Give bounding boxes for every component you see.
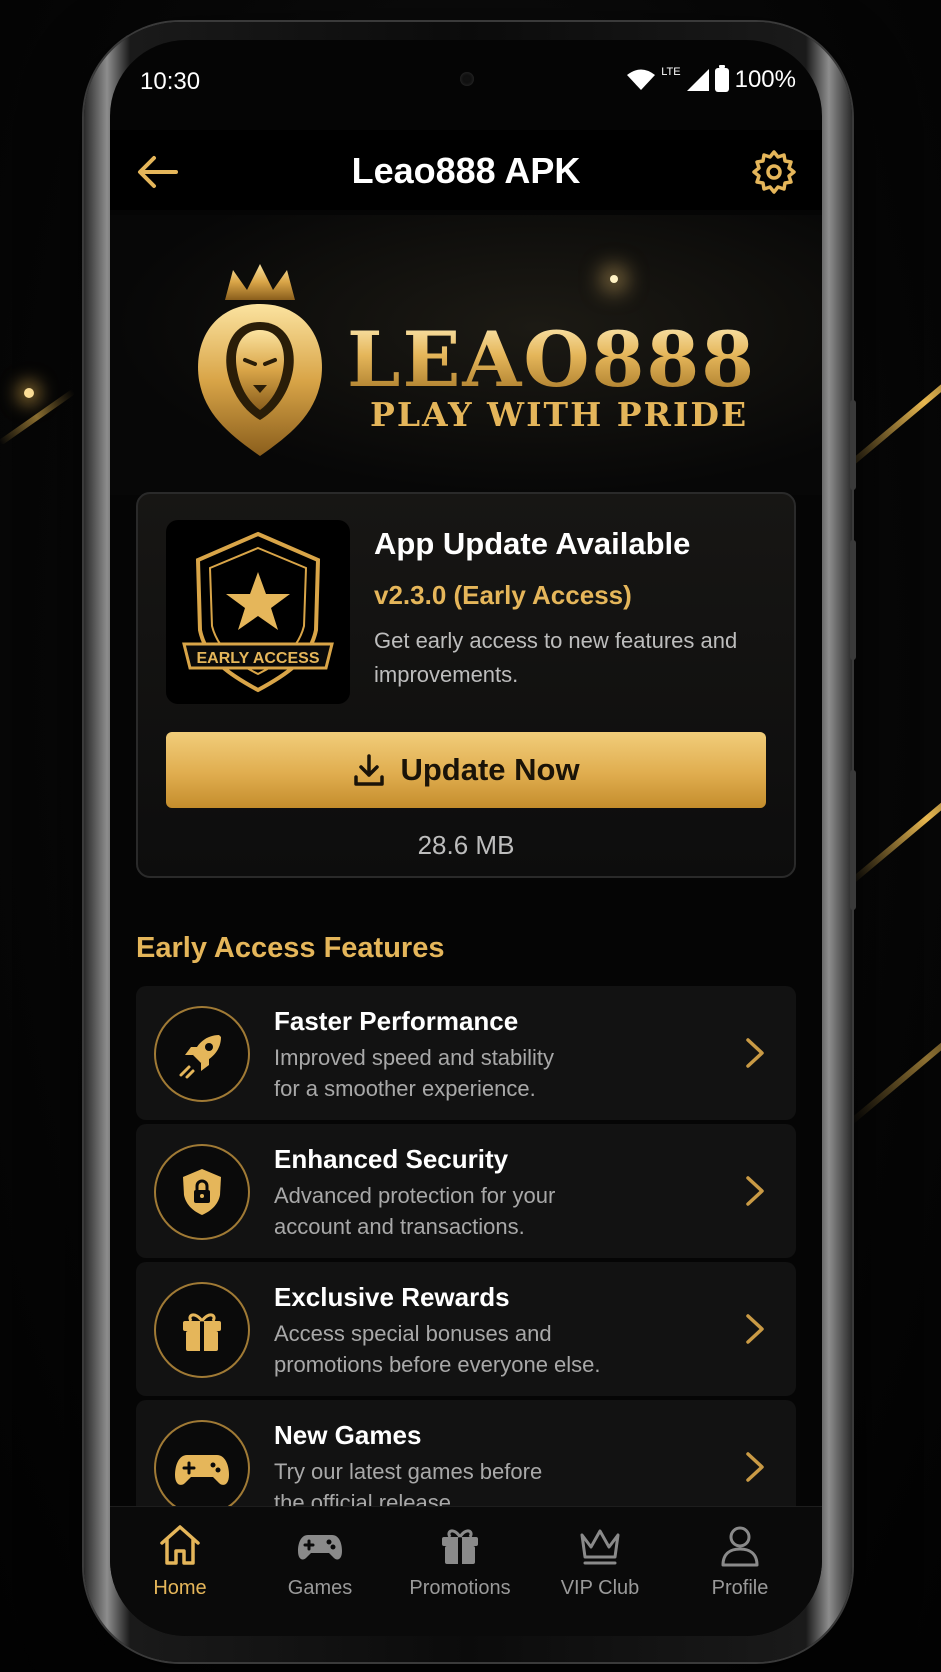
feature-description: Improved speed and stability for a smoot… [274,1042,604,1104]
chevron-right-icon [746,1176,764,1206]
nav-label: Promotions [409,1577,511,1599]
feature-description-line: Improved speed and stability [274,1045,555,1070]
phone-screen: 10:30 LTE 100% Leao888 APK LEAO888 PLAY … [110,40,822,1636]
decorative-streak [848,752,941,886]
signal-icon [686,69,709,91]
chevron-right-icon [746,1452,764,1482]
feature-icon-ring [154,1006,250,1102]
gift-icon [183,1313,221,1351]
badge-emblem-icon: EARLY ACCESS [182,531,334,693]
chevron-right-icon [746,1038,764,1068]
brand-tagline: PLAY WITH PRIDE [370,395,749,434]
download-icon [354,754,385,786]
nav-label: Profile [711,1577,769,1599]
update-version: v2.3.0 (Early Access) [374,580,632,610]
feature-title: New Games [274,1420,422,1450]
gift-icon [442,1529,478,1564]
feature-item-security[interactable]: Enhanced Security Advanced protection fo… [136,1124,796,1258]
feature-description: Access special bonuses and promotions be… [274,1318,604,1380]
backdrop: 10:30 LTE 100% Leao888 APK LEAO888 PLAY … [0,0,941,1672]
nav-games[interactable]: Games [250,1521,390,1600]
status-time: 10:30 [140,68,201,95]
update-card: EARLY ACCESS App Update Available v2.3.0… [136,492,796,878]
gear-icon[interactable] [750,148,798,196]
chevron-right-icon [746,1314,764,1344]
update-description: Get early access to new features and imp… [374,628,738,687]
nav-home[interactable]: Home [110,1521,250,1600]
brand-hero: LEAO888 PLAY WITH PRIDE [110,215,822,495]
brand-wordmark: LEAO888 [347,315,757,404]
feature-icon-ring [154,1144,250,1240]
decorative-sparkle [24,388,34,398]
gamepad-icon [175,1455,229,1485]
decorative-streak [0,388,76,446]
update-now-button[interactable]: Update Now [166,732,766,808]
decorative-streak [848,992,941,1126]
app-bar: Leao888 APK [110,130,822,210]
feature-description-line: Access special bonuses and [274,1321,552,1346]
gamepad-icon [298,1535,342,1560]
feature-item-performance[interactable]: Faster Performance Improved speed and st… [136,986,796,1120]
crown-icon [580,1529,620,1565]
battery-level: 100% [734,66,796,93]
nav-label: VIP Club [560,1577,640,1599]
feature-description: Advanced protection for your account and… [274,1180,604,1242]
features-heading: Early Access Features [136,932,445,964]
early-access-badge: EARLY ACCESS [166,520,350,704]
shield-lock-icon [183,1169,221,1215]
feature-icon-ring [154,1282,250,1378]
nav-promotions[interactable]: Promotions [390,1521,530,1600]
phone-side-button [850,540,856,660]
nav-label: Home [153,1577,207,1599]
feature-icon-ring [154,1420,250,1516]
nav-profile[interactable]: Profile [670,1521,810,1600]
rocket-icon [179,1035,221,1079]
status-bar: 10:30 LTE 100% [110,40,822,120]
front-camera [460,72,474,86]
feature-title: Enhanced Security [274,1144,509,1174]
wifi-icon [627,69,656,90]
badge-text: EARLY ACCESS [197,650,320,667]
lion-logo-icon [198,264,322,456]
nav-label: Games [287,1577,353,1599]
nav-vip-club[interactable]: VIP Club [530,1521,670,1600]
feature-description-line: for a smoother experience. [274,1076,536,1101]
user-icon [721,1526,759,1567]
feature-title: Exclusive Rewards [274,1282,510,1312]
decorative-sparkle [610,275,618,283]
battery-icon [714,65,729,92]
feature-description-line: promotions before everyone else. [274,1352,601,1377]
phone-side-button [850,770,856,910]
feature-description-line: Try our latest games before [274,1459,543,1484]
download-size: 28.6 MB [417,830,515,860]
network-type: LTE [661,66,681,78]
feature-description-line: account and transactions. [274,1214,525,1239]
phone-side-button [850,400,856,490]
bottom-nav: Home Games Promotions VIP Club Profile [110,1506,822,1636]
page-title: Leao888 APK [351,150,581,191]
status-icons: LTE 100% [627,65,796,94]
feature-item-rewards[interactable]: Exclusive Rewards Access special bonuses… [136,1262,796,1396]
update-now-label: Update Now [400,752,580,787]
update-title: App Update Available [374,526,691,561]
feature-description-line: Advanced protection for your [274,1183,556,1208]
home-icon [160,1525,200,1565]
feature-title: Faster Performance [274,1006,519,1036]
